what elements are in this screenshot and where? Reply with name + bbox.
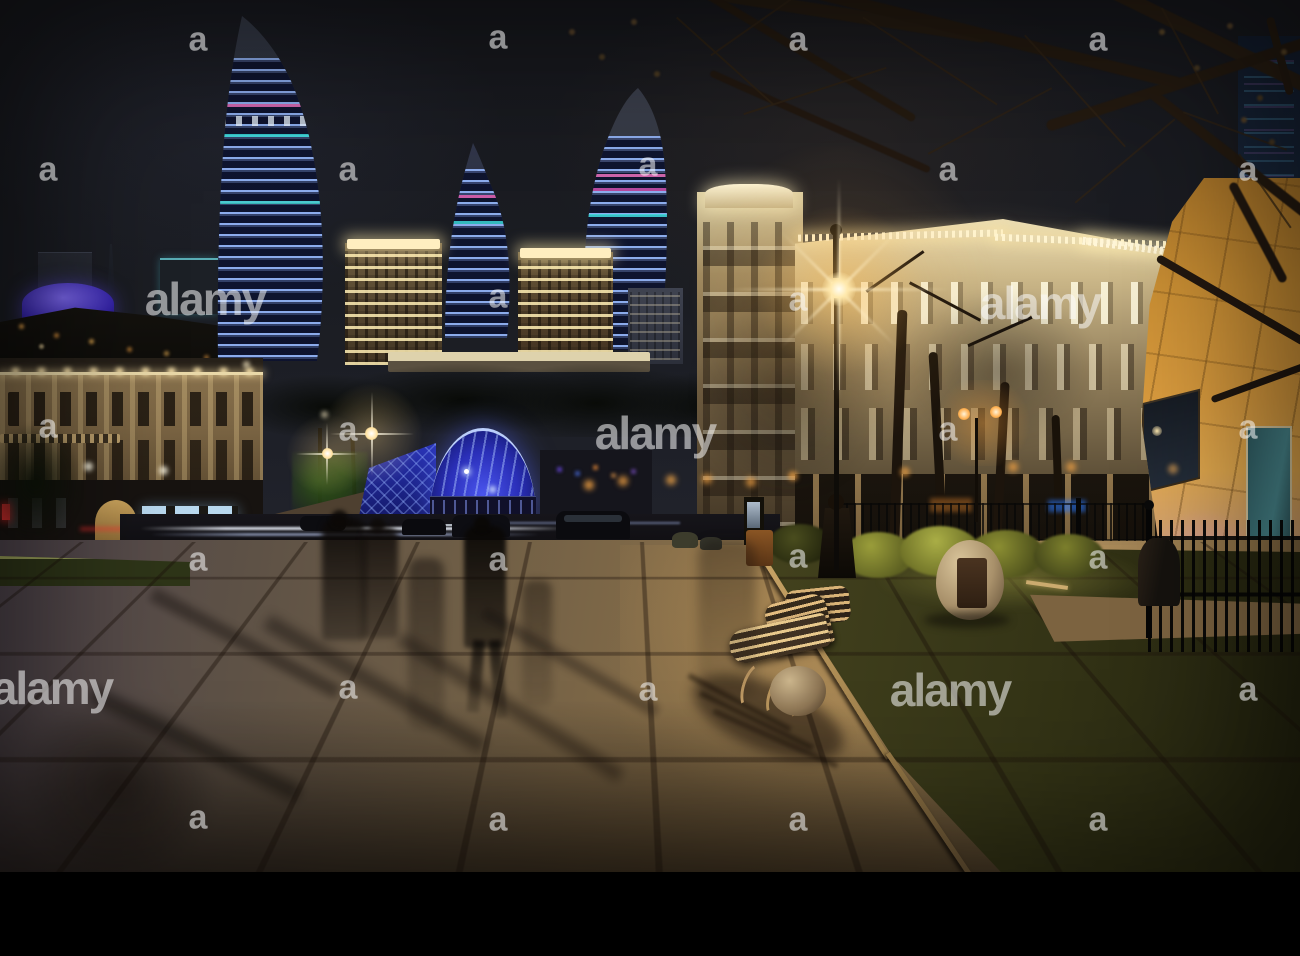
- pedestrian-blur-2: [362, 526, 398, 638]
- residential-tower-left: [345, 239, 442, 365]
- upper-window-row: [8, 392, 256, 426]
- photo-baku-night-scene: a a a a a a a a a alamy a a alamy a a alamy a a a a a a alamy a…: [0, 0, 1300, 872]
- lamp-core: [822, 272, 856, 306]
- tilted-window-band: [1142, 388, 1200, 494]
- pedestrian-head: [331, 510, 348, 527]
- twin-lamp-halo: [928, 380, 1038, 466]
- bin-door: [957, 558, 987, 608]
- stone-planter: [672, 532, 698, 548]
- lit-crown: [520, 248, 611, 258]
- twin-lamp-core-2: [990, 406, 1002, 418]
- dark-bush-left: [0, 425, 80, 540]
- suv-silhouette: [556, 511, 630, 539]
- cyan-lit-building: [160, 258, 218, 314]
- alamy-footer-bar: alamy Image ID: ECW437 www.alamy.com: [0, 872, 1300, 956]
- twin-lamp-pole: [975, 418, 978, 522]
- hedge-bush: [1034, 534, 1104, 578]
- fence-post-knob: [1144, 500, 1154, 510]
- car-silhouette-1: [402, 519, 446, 535]
- dark-litter-bin: [1138, 538, 1180, 606]
- residential-tower-right: [518, 248, 613, 365]
- pedestrian-ghost-3: [698, 540, 756, 700]
- lit-crown: [347, 239, 440, 249]
- led-accent-cyan2: [216, 201, 330, 204]
- bottom-left-dark-smudge: [20, 690, 220, 872]
- roof-strip: [0, 358, 263, 372]
- branch-buds: [0, 0, 4, 4]
- bench-stone-ball: [770, 666, 826, 716]
- pedestrian-head: [474, 516, 490, 532]
- pedestrian-walking: [464, 526, 506, 648]
- pedestrian-head: [370, 518, 385, 533]
- window-grid: [518, 260, 613, 365]
- egg-trash-bin: [936, 540, 1004, 620]
- arch-inner-lights: [464, 469, 469, 474]
- pedestrian-group-blur: [322, 518, 366, 640]
- uplight-dots: [0, 358, 3, 361]
- alamy-stock-photo-frame: a a a a a a a a a alamy a a alamy a a alamy a a a a a a alamy a…: [0, 0, 1300, 956]
- kiosk-lit-panel: [747, 502, 760, 528]
- window-lamp-reflection: [1152, 426, 1162, 436]
- twin-lamp-core-1: [958, 408, 970, 420]
- egg-bin-shadow: [924, 612, 1010, 628]
- window-grid: [345, 251, 442, 365]
- led-accent-cyan: [578, 214, 670, 217]
- suv-window-band: [564, 515, 622, 522]
- pavilion-lamp-core-2: [322, 448, 333, 459]
